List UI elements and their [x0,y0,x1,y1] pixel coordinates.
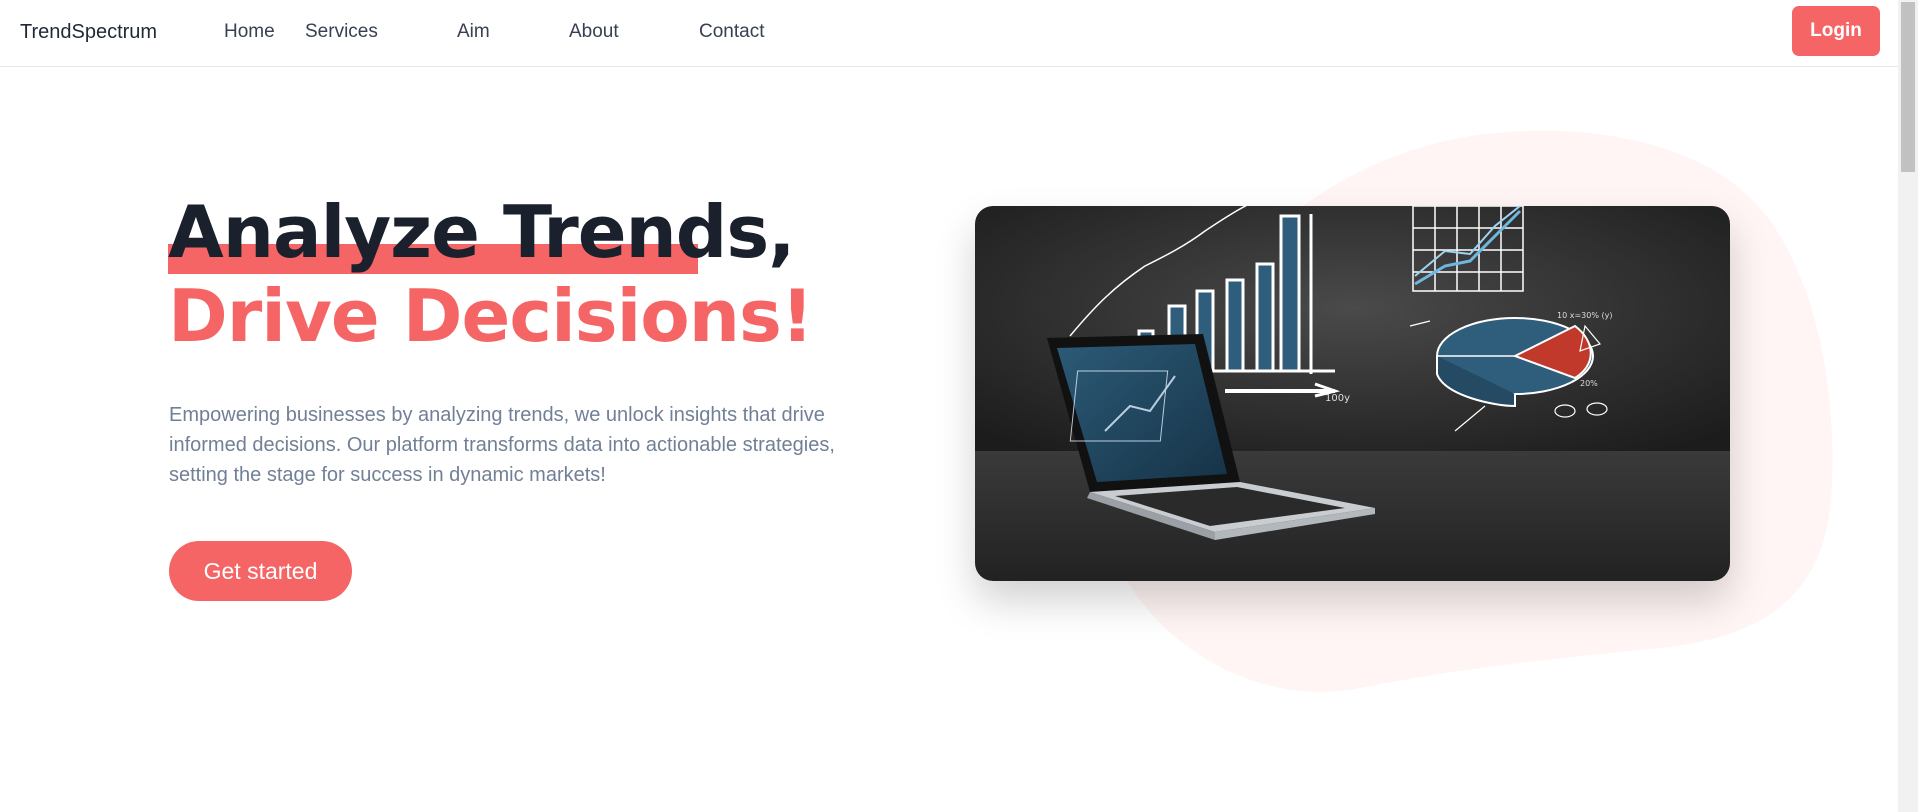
hero-title-line1-text: Analyze Trends, [168,190,796,274]
svg-text:10 x=30% (y): 10 x=30% (y) [1557,311,1612,320]
laptop-chart-illustration: 100y 10 x=30% (y) 20% [975,206,1730,581]
brand-logo[interactable]: TrendSpectrum [20,19,157,45]
svg-text:100y: 100y [1325,393,1350,404]
hero-description: Empowering businesses by analyzing trend… [169,404,835,486]
scrollbar-thumb[interactable] [1901,2,1915,172]
svg-text:20%: 20% [1580,379,1598,388]
hero-image: 100y 10 x=30% (y) 20% [975,206,1730,581]
nav-link-aim[interactable]: Aim [457,19,569,45]
nav-links: Home Services Aim About Contact [224,19,764,45]
hero-title: Analyze Trends, Drive Decisions! [168,190,814,358]
login-button[interactable]: Login [1792,6,1880,56]
nav-link-contact[interactable]: Contact [699,19,764,45]
nav-link-home[interactable]: Home [224,19,305,45]
navbar: TrendSpectrum Home Services Aim About Co… [0,0,1898,67]
nav-link-about[interactable]: About [569,19,699,45]
hero-title-line2: Drive Decisions! [168,274,814,358]
page-scrollbar[interactable] [1898,0,1918,812]
hero-title-line1: Analyze Trends, [168,190,796,274]
nav-link-services[interactable]: Services [305,19,457,45]
get-started-button[interactable]: Get started [169,541,352,601]
